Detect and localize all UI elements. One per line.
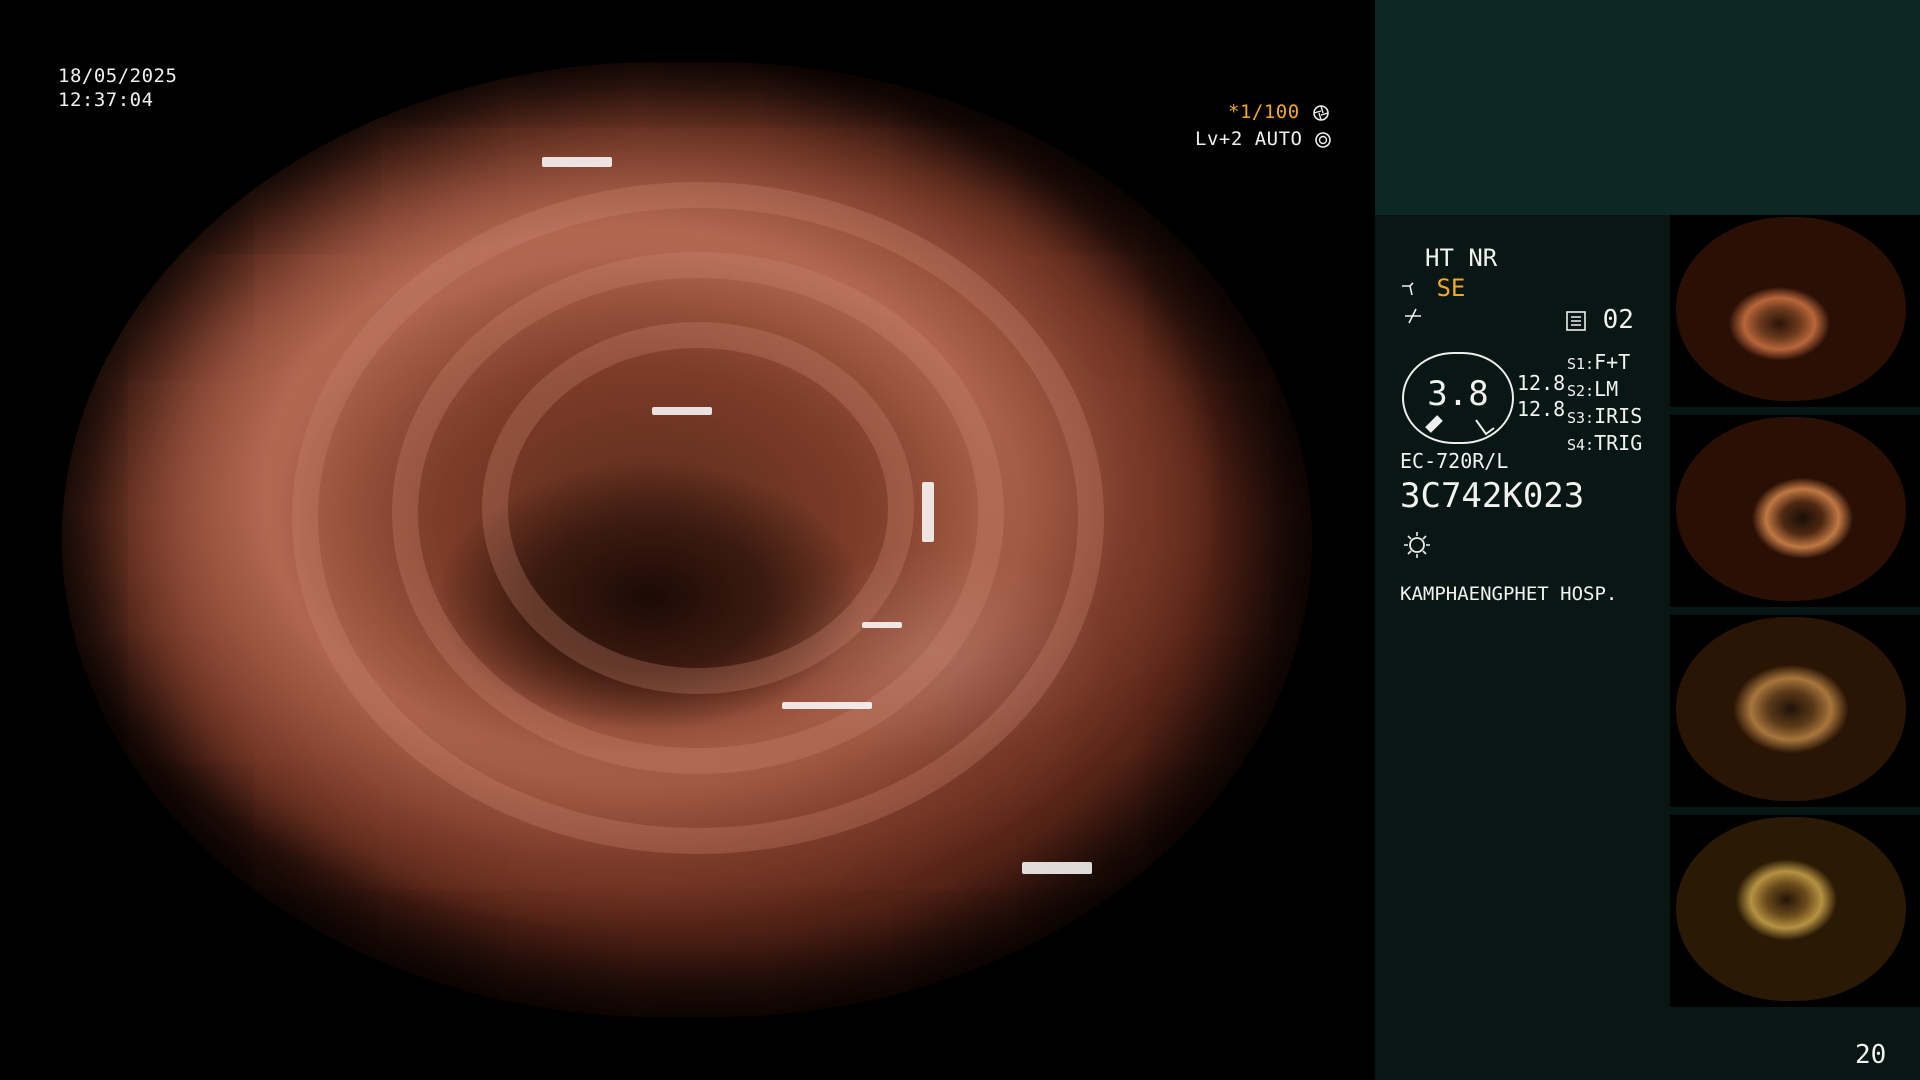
gain-gauge: 3.8 bbox=[1402, 352, 1514, 444]
se-row: SE bbox=[1400, 274, 1465, 302]
switch-key: S4: bbox=[1567, 436, 1595, 454]
captured-image-thumbnail[interactable] bbox=[1670, 215, 1920, 407]
cable-icon bbox=[1405, 308, 1421, 324]
switch-s3: S3:IRIS bbox=[1567, 404, 1642, 431]
gauge-needle-icon bbox=[1425, 415, 1495, 436]
switch-s1: S1:F+T bbox=[1567, 350, 1642, 377]
switch-s4: S4:TRIG bbox=[1567, 431, 1642, 458]
switch-key: S3: bbox=[1567, 409, 1595, 427]
endoscope-video: 18/05/2025 12:37:04 *1/100 Lv+2 AUTO bbox=[0, 0, 1375, 1080]
captured-image-thumbnail[interactable] bbox=[1670, 415, 1920, 607]
switch-value: IRIS bbox=[1594, 404, 1643, 428]
memory-row: 02 bbox=[1565, 305, 1634, 335]
switch-value: F+T bbox=[1594, 350, 1631, 374]
shutter-value: *1/100 bbox=[1228, 101, 1300, 123]
scope-serial: 3C742K023 bbox=[1400, 476, 1585, 516]
gauge-right-value: 12.8 bbox=[1517, 397, 1566, 421]
memory-value: 02 bbox=[1602, 305, 1634, 335]
light-reflection bbox=[542, 157, 612, 167]
time-readout: 12:37:04 bbox=[58, 89, 154, 111]
enhance-readout: Lv+2 AUTO bbox=[1195, 127, 1332, 151]
hospital-name: KAMPHAENGPHET HOSP. bbox=[1400, 583, 1618, 605]
light-reflection bbox=[922, 482, 934, 542]
aperture-icon bbox=[1312, 104, 1329, 121]
switch-value: LM bbox=[1594, 377, 1619, 401]
switch-value: TRIG bbox=[1594, 431, 1643, 455]
colon-lumen-image bbox=[62, 62, 1312, 1017]
switch-list: S1:F+T S2:LM S3:IRIS S4:TRIG bbox=[1567, 350, 1642, 458]
iris-icon bbox=[1315, 131, 1332, 148]
light-reflection bbox=[1022, 862, 1092, 874]
light-row bbox=[1402, 530, 1432, 564]
scope-icon bbox=[1402, 282, 1414, 296]
light-reflection bbox=[652, 407, 712, 415]
thumbnail-image bbox=[1676, 417, 1906, 601]
gauge-left-value: 12.8 bbox=[1517, 371, 1566, 395]
captured-image-thumbnail[interactable] bbox=[1670, 615, 1920, 807]
info-panel-header bbox=[1375, 0, 1920, 215]
page-number: 20 bbox=[1855, 1040, 1887, 1070]
thumbnail-image bbox=[1676, 217, 1906, 401]
switch-key: S1: bbox=[1567, 355, 1595, 373]
cable-row bbox=[1402, 306, 1424, 330]
memory-icon bbox=[1566, 310, 1586, 331]
switch-key: S2: bbox=[1567, 382, 1595, 400]
date-readout: 18/05/2025 bbox=[58, 65, 178, 87]
light-reflection bbox=[862, 622, 902, 628]
scope-model: EC-720R/L bbox=[1400, 449, 1509, 473]
enhance-value: Lv+2 AUTO bbox=[1195, 128, 1303, 150]
captured-image-thumbnail[interactable] bbox=[1670, 815, 1920, 1007]
mucosal-fold bbox=[482, 322, 914, 694]
light-icon bbox=[1404, 532, 1430, 558]
shutter-readout: *1/100 bbox=[1228, 100, 1330, 124]
thumbnail-image bbox=[1676, 817, 1906, 1001]
ht-nr-label: HT NR bbox=[1425, 244, 1498, 272]
se-label: SE bbox=[1436, 274, 1466, 302]
light-reflection bbox=[782, 702, 872, 709]
thumbnail-image bbox=[1676, 617, 1906, 801]
switch-s2: S2:LM bbox=[1567, 377, 1642, 404]
